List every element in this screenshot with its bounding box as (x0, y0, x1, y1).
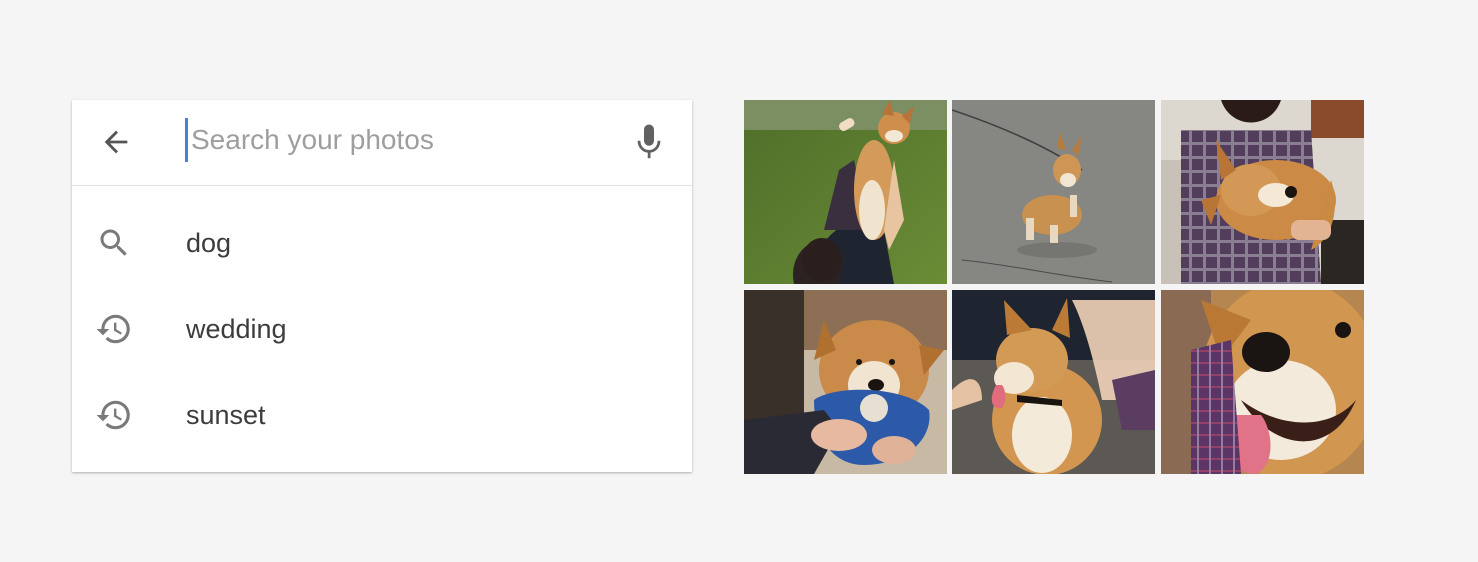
suggestion-label: dog (186, 228, 232, 258)
microphone-icon (637, 124, 661, 159)
suggestion-label: sunset (186, 400, 266, 430)
photo-corgi-closeup[interactable] (1161, 290, 1364, 474)
suggestion-list: dog wedding sunset (72, 200, 692, 458)
suggestion-item-sunset[interactable]: sunset (72, 372, 692, 458)
back-arrow-icon (104, 130, 128, 154)
photo-corgi-toy[interactable] (744, 290, 947, 474)
search-input-wrap (185, 118, 605, 162)
stage: dog wedding sunset (0, 0, 1478, 562)
photo-corgi-pavement[interactable] (952, 100, 1155, 284)
search-bar (72, 100, 692, 186)
history-icon (94, 311, 134, 347)
suggestion-label: wedding (186, 314, 287, 344)
photo-corgi-grass[interactable] (744, 100, 947, 284)
history-icon (94, 397, 134, 433)
search-icon (94, 225, 134, 261)
photo-corgi-held[interactable] (1161, 100, 1364, 284)
photo-grid (744, 100, 1364, 474)
voice-search-button[interactable] (629, 120, 669, 164)
back-button[interactable] (96, 122, 136, 162)
search-panel: dog wedding sunset (72, 100, 692, 472)
suggestion-item-wedding[interactable]: wedding (72, 286, 692, 372)
search-input[interactable] (191, 118, 601, 162)
text-caret (185, 118, 188, 162)
suggestion-item-dog[interactable]: dog (72, 200, 692, 286)
photo-corgi-pet[interactable] (952, 290, 1155, 474)
